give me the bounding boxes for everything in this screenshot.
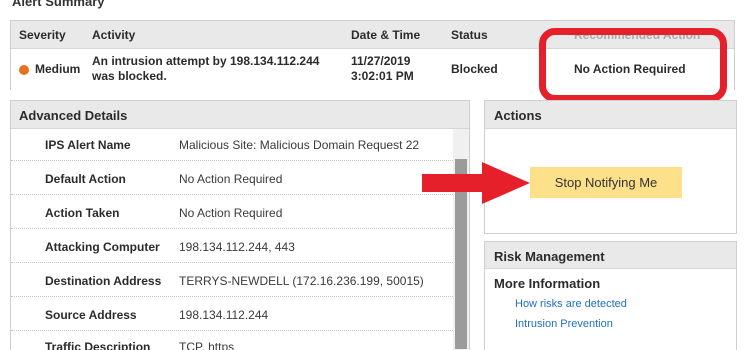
detail-row-ips-alert-name: IPS Alert Name Malicious Site: Malicious…	[11, 129, 455, 161]
red-arrow-icon	[422, 162, 530, 204]
detail-row-source-address: Source Address 198.134.112.244	[11, 299, 455, 331]
detail-row-action-taken: Action Taken No Action Required	[11, 197, 455, 229]
detail-key: IPS Alert Name	[45, 138, 131, 152]
severity-dot-icon	[19, 65, 29, 75]
alert-time: 3:02:01 PM	[351, 69, 414, 83]
detail-row-default-action: Default Action No Action Required	[11, 163, 455, 195]
advanced-details-panel: Advanced Details IPS Alert Name Maliciou…	[10, 100, 470, 350]
risk-management-header: Risk Management	[485, 242, 736, 269]
detail-value: No Action Required	[179, 206, 283, 220]
detail-row-destination-address: Destination Address TERRYS-NEWDELL (172.…	[11, 265, 455, 297]
detail-value: TCP, https	[179, 340, 235, 350]
detail-key: Action Taken	[45, 206, 120, 220]
stop-notifying-button[interactable]: Stop Notifying Me	[530, 167, 682, 198]
activity-line2: was blocked.	[92, 69, 167, 83]
detail-value: 198.134.112.244, 443	[179, 240, 295, 254]
advanced-details-title: Advanced Details	[19, 108, 128, 123]
risk-management-panel: Risk Management More Information How ris…	[484, 241, 737, 350]
red-callout-highlight	[539, 28, 727, 102]
advanced-details-header: Advanced Details	[11, 101, 469, 129]
header-datetime: Date & Time	[351, 28, 421, 42]
detail-key: Source Address	[45, 308, 137, 322]
detail-key: Default Action	[45, 172, 126, 186]
detail-key: Traffic Description	[45, 340, 151, 350]
detail-value: TERRYS-NEWDELL (172.16.236.199, 50015)	[179, 274, 424, 288]
detail-value: 198.134.112.244	[179, 308, 269, 322]
actions-header: Actions	[485, 101, 736, 129]
severity-value: Medium	[35, 62, 81, 76]
detail-value: Malicious Site: Malicious Domain Request…	[179, 138, 420, 152]
detail-row-traffic-description: Traffic Description TCP, https	[11, 331, 455, 350]
actions-title: Actions	[494, 108, 542, 123]
activity-line1: An intrusion attempt by 198.134.112.244	[92, 54, 320, 68]
risk-management-title: Risk Management	[494, 249, 605, 264]
more-information-heading: More Information	[494, 276, 601, 291]
detail-row-attacking-computer: Attacking Computer 198.134.112.244, 443	[11, 231, 455, 263]
header-status: Status	[451, 28, 488, 42]
header-activity: Activity	[92, 28, 136, 42]
link-intrusion-prevention[interactable]: Intrusion Prevention	[515, 318, 613, 330]
link-how-risks-detected[interactable]: How risks are detected	[515, 298, 627, 310]
section-title: Alert Summary	[12, 0, 105, 9]
alert-date: 11/27/2019	[351, 54, 411, 68]
detail-value: No Action Required	[179, 172, 283, 186]
detail-key: Destination Address	[45, 274, 162, 288]
alert-status: Blocked	[451, 62, 498, 76]
header-severity: Severity	[19, 28, 66, 42]
detail-key: Attacking Computer	[45, 240, 160, 254]
